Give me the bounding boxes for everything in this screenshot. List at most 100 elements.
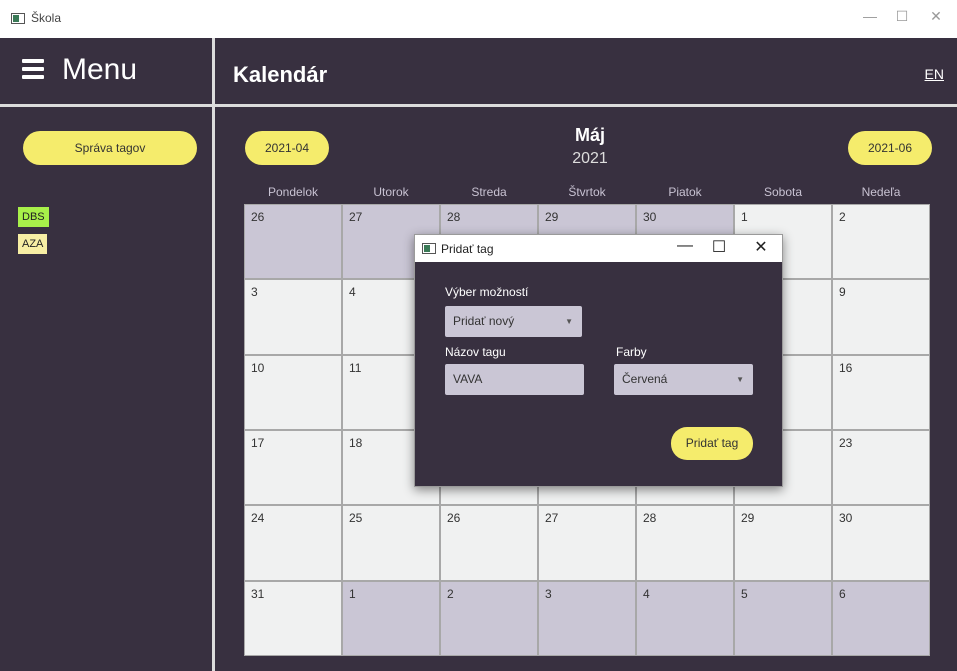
day-number: 5 bbox=[741, 586, 748, 601]
language-link[interactable]: EN bbox=[925, 66, 944, 82]
tag-name-label: Názov tagu bbox=[445, 345, 506, 359]
tag-name-value: VAVA bbox=[453, 372, 483, 386]
day-number: 1 bbox=[349, 586, 356, 601]
weekday-label: Štvrtok bbox=[568, 185, 606, 199]
weekday-label: Piatok bbox=[668, 185, 702, 199]
day-number: 9 bbox=[839, 285, 846, 300]
next-month-button[interactable]: 2021-06 bbox=[848, 131, 932, 165]
option-label: Výber možností bbox=[445, 285, 529, 299]
calendar-day-cell[interactable]: 31 bbox=[244, 580, 342, 656]
calendar-day-cell[interactable]: 2 bbox=[440, 580, 538, 656]
calendar-day-cell[interactable]: 24 bbox=[244, 505, 342, 581]
tag-chip[interactable]: AZA bbox=[18, 234, 48, 254]
calendar-day-cell[interactable]: 26 bbox=[440, 505, 538, 581]
dialog-title: Pridať tag bbox=[441, 242, 494, 256]
day-number: 29 bbox=[741, 511, 755, 526]
day-number: 17 bbox=[251, 436, 265, 450]
day-number: 1 bbox=[741, 210, 748, 224]
close-button[interactable]: ✕ bbox=[921, 8, 951, 25]
hamburger-icon[interactable] bbox=[22, 59, 44, 81]
day-number: 24 bbox=[251, 511, 265, 526]
option-select-value: Pridať nový bbox=[453, 314, 515, 328]
add-tag-button[interactable]: Pridať tag bbox=[671, 427, 753, 460]
dialog-app-icon bbox=[422, 243, 436, 254]
day-number: 30 bbox=[643, 210, 657, 224]
calendar-day-cell[interactable]: 6 bbox=[832, 580, 930, 656]
calendar-day-cell[interactable]: 27 bbox=[538, 505, 636, 581]
day-number: 16 bbox=[839, 360, 853, 375]
calendar-day-cell[interactable]: 16 bbox=[832, 354, 930, 430]
day-number: 27 bbox=[545, 511, 559, 526]
color-select-value: Červená bbox=[622, 372, 668, 386]
dialog-titlebar: Pridať tag — ☐ ✕ bbox=[415, 235, 782, 262]
page-title: Kalendár bbox=[233, 62, 328, 87]
window-titlebar: Škola — ☐ ✕ bbox=[0, 0, 957, 38]
day-number: 31 bbox=[251, 586, 265, 601]
calendar-day-cell[interactable]: 3 bbox=[538, 580, 636, 656]
color-label: Farby bbox=[616, 345, 647, 359]
day-number: 4 bbox=[349, 285, 356, 300]
tag-chip[interactable]: DBS bbox=[18, 207, 49, 227]
day-number: 11 bbox=[349, 360, 362, 375]
calendar-day-cell[interactable]: 4 bbox=[636, 580, 734, 656]
menu-label[interactable]: Menu bbox=[62, 53, 137, 87]
dialog-close-button[interactable]: ✕ bbox=[747, 237, 775, 257]
manage-tags-button[interactable]: Správa tagov bbox=[23, 131, 197, 165]
day-number: 28 bbox=[447, 210, 461, 224]
calendar-day-cell[interactable]: 30 bbox=[832, 505, 930, 581]
weekday-label: Streda bbox=[471, 185, 507, 199]
calendar-day-cell[interactable]: 28 bbox=[636, 505, 734, 581]
year-label: 2021 bbox=[572, 150, 608, 167]
calendar-day-cell[interactable]: 10 bbox=[244, 354, 342, 430]
day-number: 4 bbox=[643, 586, 650, 601]
day-number: 28 bbox=[643, 511, 657, 526]
day-number: 26 bbox=[251, 210, 265, 224]
option-select[interactable]: Pridať nový ▼ bbox=[445, 306, 582, 337]
day-number: 2 bbox=[447, 586, 454, 601]
day-number: 3 bbox=[251, 285, 258, 300]
calendar-day-cell[interactable]: 1 bbox=[342, 580, 440, 656]
chevron-down-icon: ▼ bbox=[736, 375, 744, 384]
day-number: 18 bbox=[349, 436, 363, 450]
minimize-button[interactable]: — bbox=[855, 8, 885, 24]
calendar-day-cell[interactable]: 3 bbox=[244, 279, 342, 355]
calendar-day-cell[interactable]: 25 bbox=[342, 505, 440, 581]
calendar-day-cell[interactable]: 9 bbox=[832, 279, 930, 355]
calendar-day-cell[interactable]: 2 bbox=[832, 204, 930, 280]
weekday-header: Pondelok Utorok Streda Štvrtok Piatok Sobota N… bbox=[244, 185, 930, 201]
weekday-label: Utorok bbox=[373, 185, 409, 199]
calendar-day-cell[interactable]: 5 bbox=[734, 580, 832, 656]
day-number: 2 bbox=[839, 210, 846, 224]
maximize-button[interactable]: ☐ bbox=[887, 8, 917, 25]
chevron-down-icon: ▼ bbox=[565, 317, 573, 326]
day-number: 27 bbox=[349, 210, 363, 224]
day-number: 23 bbox=[839, 436, 853, 450]
dialog-minimize-button[interactable]: — bbox=[671, 237, 699, 255]
add-tag-dialog: Pridať tag — ☐ ✕ Výber možností Pridať n… bbox=[414, 234, 783, 487]
calendar-day-cell[interactable]: 17 bbox=[244, 430, 342, 506]
day-number: 29 bbox=[545, 210, 559, 224]
day-number: 30 bbox=[839, 511, 853, 526]
day-number: 10 bbox=[251, 360, 265, 375]
calendar-day-cell[interactable]: 29 bbox=[734, 505, 832, 581]
day-number: 6 bbox=[839, 586, 846, 601]
menu-header[interactable]: Menu bbox=[0, 38, 212, 104]
app-icon bbox=[11, 13, 25, 24]
app-window: Škola — ☐ ✕ Menu Kalendár EN Správa tago… bbox=[0, 0, 957, 671]
weekday-label: Pondelok bbox=[267, 185, 319, 199]
tag-name-input[interactable]: VAVA bbox=[445, 364, 584, 395]
horizontal-divider bbox=[0, 104, 957, 107]
calendar-day-cell[interactable]: 26 bbox=[244, 204, 342, 280]
window-title: Škola bbox=[31, 11, 62, 25]
color-select[interactable]: Červená ▼ bbox=[614, 364, 753, 395]
month-name: Máj bbox=[574, 125, 605, 145]
dialog-maximize-button[interactable]: ☐ bbox=[705, 237, 733, 257]
weekday-label: Nedeľa bbox=[861, 185, 901, 199]
prev-month-button[interactable]: 2021-04 bbox=[245, 131, 329, 165]
calendar-day-cell[interactable]: 23 bbox=[832, 430, 930, 506]
day-number: 26 bbox=[447, 511, 461, 526]
day-number: 3 bbox=[545, 586, 552, 601]
day-number: 25 bbox=[349, 511, 363, 526]
vertical-divider bbox=[212, 38, 215, 671]
weekday-label: Sobota bbox=[763, 185, 803, 199]
